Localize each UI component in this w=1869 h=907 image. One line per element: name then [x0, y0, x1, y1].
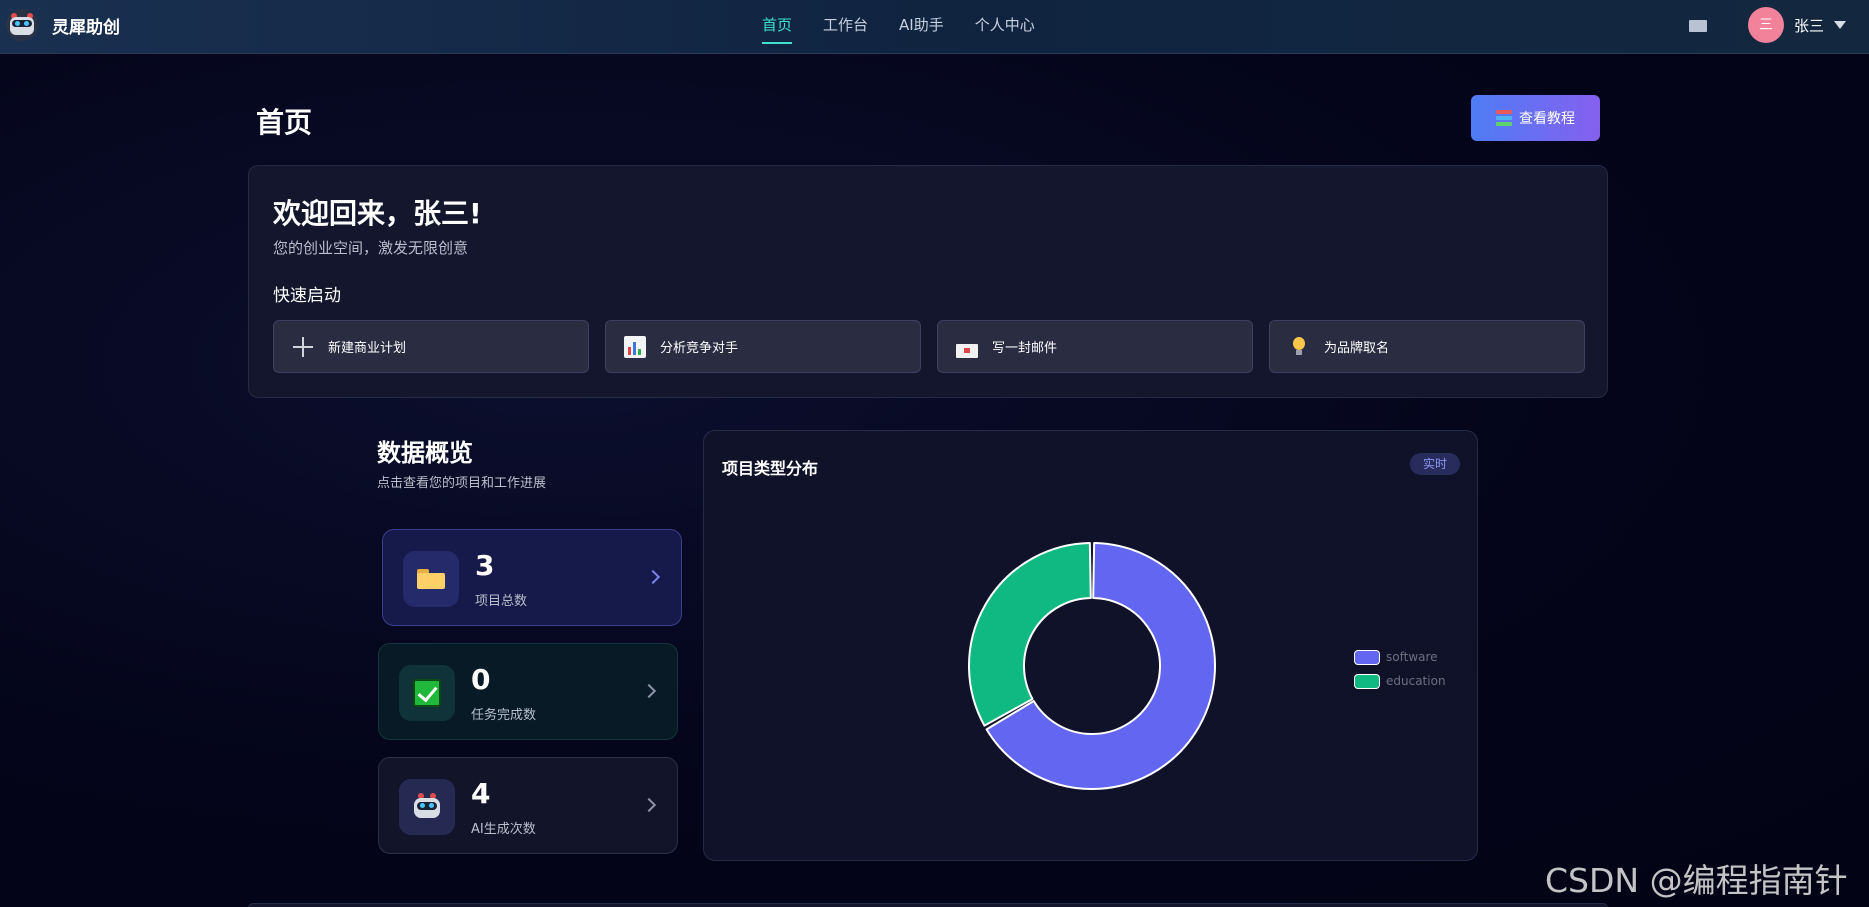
nav-item-workbench[interactable]: 工作台 [823, 0, 868, 54]
quick-start-title: 快速启动 [273, 286, 341, 306]
message-icon[interactable] [1689, 20, 1707, 32]
quick-actions: 新建商业计划 分析竞争对手 写一封邮件 为品牌取名 [273, 320, 1601, 373]
check-icon [413, 679, 441, 707]
legend-label: software [1386, 650, 1438, 664]
next-section-card [248, 903, 1608, 907]
chart-legend: software education [1354, 645, 1446, 693]
nav-item-ai-assistant[interactable]: AI助手 [899, 0, 944, 54]
welcome-title: 欢迎回来，张三! [273, 197, 482, 230]
overview-title: 数据概览 [377, 439, 473, 467]
view-tutorial-button[interactable]: 查看教程 [1471, 95, 1600, 141]
stat-label: AI生成次数 [471, 822, 536, 837]
tutorial-label: 查看教程 [1519, 111, 1575, 127]
quick-action-label: 新建商业计划 [328, 341, 407, 356]
legend-swatch [1354, 649, 1380, 665]
legend-swatch [1354, 673, 1380, 689]
nav-item-profile[interactable]: 个人中心 [975, 0, 1035, 54]
quick-action-name-brand[interactable]: 为品牌取名 [1269, 320, 1585, 373]
watermark: CSDN @编程指南针 [1545, 861, 1848, 900]
nav-item-home[interactable]: 首页 [762, 0, 793, 54]
user-name[interactable]: 张三 [1794, 15, 1824, 36]
quick-action-label: 为品牌取名 [1324, 341, 1390, 356]
stat-value: 4 [471, 777, 491, 810]
plus-icon [292, 336, 314, 358]
quick-action-write-email[interactable]: 写一封邮件 [937, 320, 1253, 373]
legend-item-software[interactable]: software [1354, 645, 1446, 669]
stat-card-tasks[interactable]: 0 任务完成数 [378, 643, 678, 740]
stat-label: 项目总数 [475, 594, 528, 609]
avatar[interactable]: 三 [1748, 7, 1784, 43]
stat-value: 0 [471, 663, 491, 696]
quick-action-label: 写一封邮件 [992, 341, 1058, 356]
robot-icon [411, 791, 443, 823]
stat-label: 任务完成数 [471, 708, 537, 723]
app-name: 灵犀助创 [52, 17, 120, 38]
page-title: 首页 [256, 106, 313, 139]
stat-card-projects[interactable]: 3 项目总数 [382, 529, 682, 626]
folder-icon [417, 569, 445, 589]
brand[interactable]: 灵犀助创 [6, 9, 120, 41]
user-menu[interactable]: 三 张三 [1748, 7, 1847, 43]
quick-action-analyze-competitors[interactable]: 分析竞争对手 [605, 320, 921, 373]
chevron-right-icon [641, 797, 657, 813]
pie-slice-education[interactable] [968, 542, 1092, 727]
bar-chart-icon [624, 335, 646, 358]
chevron-right-icon [641, 683, 657, 699]
stat-value: 3 [475, 549, 495, 582]
mail-icon [956, 343, 978, 358]
stat-card-ai-generations[interactable]: 4 AI生成次数 [378, 757, 678, 854]
main-nav: 首页 工作台 AI助手 个人中心 [762, 0, 1066, 54]
welcome-card: 欢迎回来，张三! 您的创业空间，激发无限创意 快速启动 新建商业计划 分析竞争对… [248, 165, 1608, 398]
top-navbar: 灵犀助创 首页 工作台 AI助手 个人中心 三 张三 [0, 0, 1869, 54]
books-icon [1496, 110, 1512, 126]
legend-label: education [1386, 674, 1446, 688]
overview-subtitle: 点击查看您的项目和工作进展 [377, 476, 547, 491]
chevron-right-icon [645, 569, 661, 585]
legend-item-education[interactable]: education [1354, 669, 1446, 693]
quick-action-new-business-plan[interactable]: 新建商业计划 [273, 320, 589, 373]
caret-down-icon[interactable] [1834, 21, 1847, 29]
lightbulb-icon [1288, 336, 1310, 358]
project-type-chart-card: 项目类型分布 实时 software education [703, 430, 1478, 861]
robot-logo-icon [6, 9, 38, 41]
welcome-subtitle: 您的创业空间，激发无限创意 [273, 239, 469, 257]
quick-action-label: 分析竞争对手 [660, 341, 739, 356]
